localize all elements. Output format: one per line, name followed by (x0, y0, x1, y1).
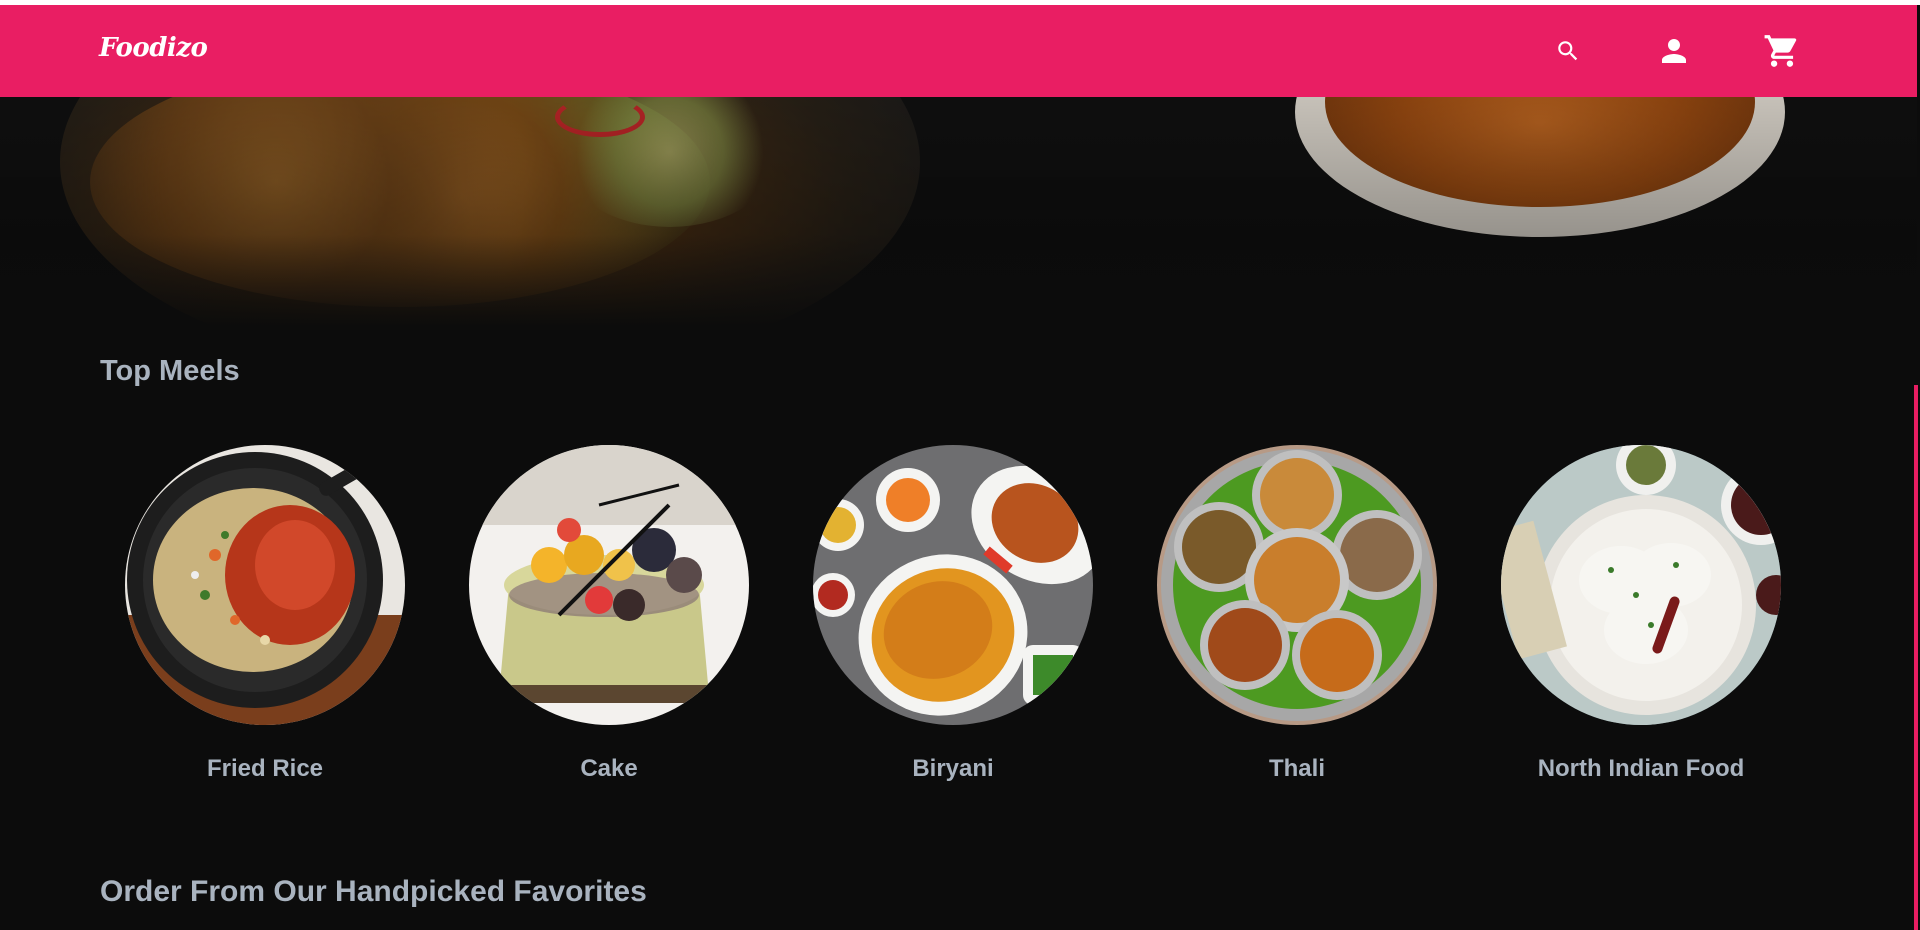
cake-image[interactable] (469, 445, 749, 725)
meal-label[interactable]: Thali (1157, 755, 1437, 783)
meal-label[interactable]: Biryani (813, 755, 1093, 783)
meal-label[interactable]: North Indian Food (1501, 755, 1781, 783)
search-icon[interactable] (1548, 31, 1588, 71)
biryani-image[interactable] (813, 445, 1093, 725)
meal-card-fried-rice[interactable]: Fried Rice (125, 445, 405, 783)
north-indian-food-image[interactable] (1501, 445, 1781, 725)
meal-card-thali[interactable]: Thali (1157, 445, 1437, 783)
meal-label[interactable]: Fried Rice (125, 755, 405, 783)
brand-logo[interactable]: Foodizo (99, 33, 208, 63)
navbar: Foodizo (0, 5, 1917, 97)
meal-label[interactable]: Cake (469, 755, 749, 783)
hero-banner (0, 97, 1917, 327)
top-meals-heading: Top Meels (100, 355, 240, 387)
fried-rice-image[interactable] (125, 445, 405, 725)
account-icon[interactable] (1654, 31, 1694, 71)
page: Foodizo Top Meels Fried Rice Cake Biryan… (0, 5, 1920, 930)
meal-card-biryani[interactable]: Biryani (813, 445, 1093, 783)
favorites-heading: Order From Our Handpicked Favorites (100, 875, 647, 908)
thali-image[interactable] (1157, 445, 1437, 725)
scrollbar[interactable] (1914, 385, 1918, 930)
meal-card-cake[interactable]: Cake (469, 445, 749, 783)
hero-overlay (0, 97, 1917, 327)
cart-icon[interactable] (1762, 31, 1802, 71)
meal-card-north-indian-food[interactable]: North Indian Food (1501, 445, 1781, 783)
